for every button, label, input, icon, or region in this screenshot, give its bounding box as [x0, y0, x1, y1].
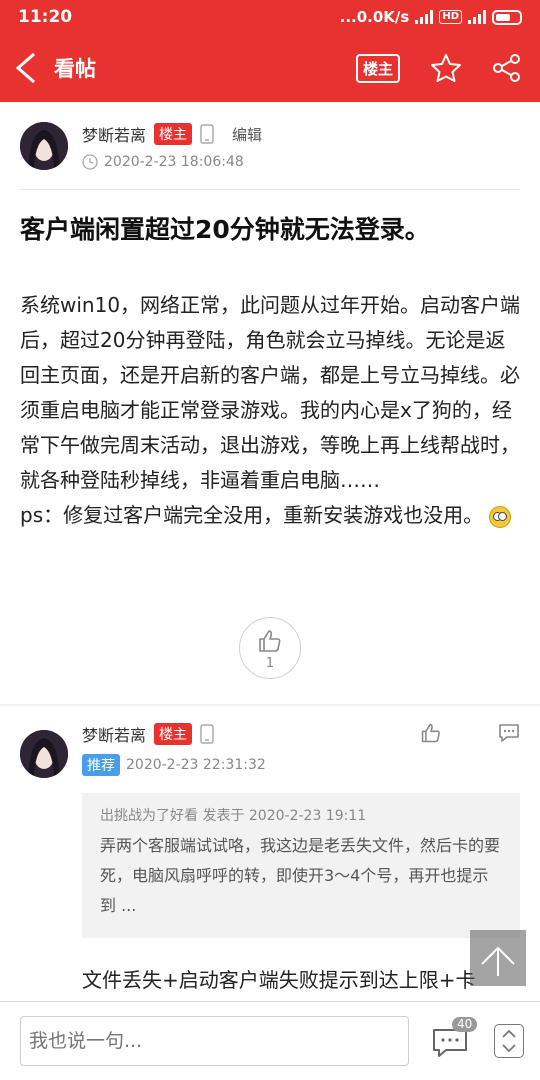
hd-icon: HD: [439, 10, 462, 24]
reply-time-row: 推荐 2020-2-23 22:31:32: [82, 754, 266, 776]
phone-icon: [200, 724, 214, 744]
signal-icon: [415, 10, 434, 24]
quote-meta: 出挑战为了好看 发表于 2020-2-23 19:11: [100, 808, 367, 824]
avatar[interactable]: [20, 122, 68, 170]
scroll-top-button[interactable]: [470, 930, 526, 986]
post-ps-text: ps：修复过客户端完全没用，重新安装游戏也没用。: [20, 503, 484, 527]
post-header: 梦断若离 楼主 编辑 2020-2-23 18:06:48: [20, 120, 520, 190]
comment-count-badge: 40: [452, 1017, 478, 1032]
signal-icon-2: [468, 10, 486, 24]
page-title: 看帖: [54, 57, 96, 81]
battery-icon: [492, 9, 522, 25]
back-button[interactable]: [0, 34, 54, 102]
reply-time: 2020-2-23 22:31:32: [126, 757, 266, 773]
status-time: 11:20: [18, 7, 73, 27]
share-icon[interactable]: [492, 53, 522, 83]
post-ps: ps：修复过客户端完全没用，重新安装游戏也没用。: [20, 498, 525, 533]
like-button[interactable]: 1: [239, 617, 301, 679]
edit-link[interactable]: 编辑: [232, 124, 262, 145]
up-down-icon: [502, 1029, 516, 1053]
post-content: 系统win10，网络正常，此问题从过年开始。启动客户端后，超过20分钟再登陆，角…: [20, 288, 525, 533]
divider: [0, 704, 540, 706]
post-title: 客户端闲置超过20分钟就无法登录。: [20, 215, 430, 244]
thumbs-up-icon: [259, 630, 281, 652]
status-icons: ...0.0K/s HD: [340, 8, 522, 26]
dizzy-emoji-icon: [489, 505, 512, 528]
post-body: 系统win10，网络正常，此问题从过年开始。启动客户端后，超过20分钟再登陆，角…: [20, 293, 521, 492]
network-speed: ...0.0K/s: [339, 8, 410, 26]
reply-actions: [420, 722, 520, 744]
post-time: 2020-2-23 18:06:48: [104, 154, 244, 170]
reply-like-icon[interactable]: [420, 722, 442, 744]
reply-text: 文件丢失+启动客户端失败提示到达上限+卡: [82, 968, 476, 992]
phone-icon: [200, 124, 214, 144]
comment-input[interactable]: [20, 1016, 409, 1066]
reply-avatar[interactable]: [20, 730, 68, 778]
reply-op-badge: 楼主: [154, 723, 193, 745]
quote-text: 弄两个客服端试试咯，我这边是老丢失文件，然后卡的要死，电脑风扇呼呼的转，即使开3…: [100, 836, 501, 915]
reply-author-name[interactable]: 梦断若离: [82, 722, 146, 746]
arrow-up-icon: [481, 946, 515, 976]
clock-icon: [82, 154, 98, 170]
post-time-row: 2020-2-23 18:06:48: [82, 154, 244, 170]
nav-bar: 看帖 楼主: [0, 34, 540, 102]
back-arrow-icon: [15, 52, 35, 84]
op-badge: 楼主: [154, 123, 193, 145]
reply-comment-icon[interactable]: [498, 722, 520, 744]
post-author-row: 梦断若离 楼主 编辑: [82, 122, 262, 146]
star-icon[interactable]: [430, 53, 462, 83]
recommend-badge: 推荐: [82, 754, 120, 776]
bottom-bar: 40: [0, 1001, 540, 1080]
quote-block: 出挑战为了好看 发表于 2020-2-23 19:11 弄两个客服端试试咯，我这…: [82, 793, 520, 938]
op-only-button[interactable]: 楼主: [355, 53, 400, 83]
author-name[interactable]: 梦断若离: [82, 122, 146, 146]
sort-toggle-button[interactable]: [494, 1024, 524, 1058]
like-count: 1: [265, 656, 275, 671]
reply-author-row: 梦断若离 楼主: [82, 722, 214, 746]
status-bar: 11:20 ...0.0K/s HD: [0, 0, 540, 34]
